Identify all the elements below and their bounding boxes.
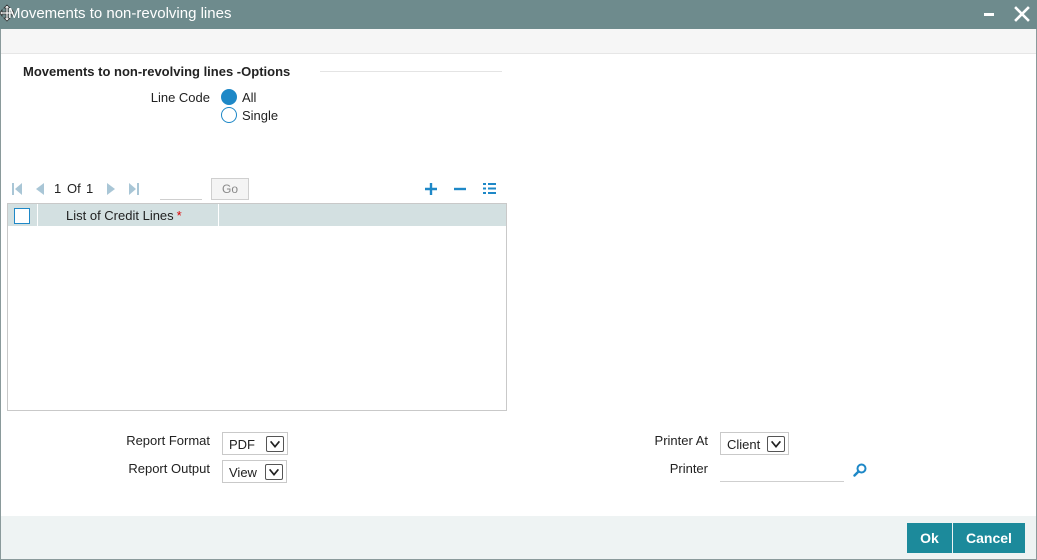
next-page-icon[interactable] [106, 182, 118, 196]
printer-input[interactable] [720, 460, 844, 482]
column-header-credit-lines[interactable]: List of Credit Lines * [66, 208, 182, 223]
line-code-label: Line Code [150, 90, 210, 105]
search-icon[interactable] [853, 463, 867, 477]
column-divider [37, 204, 38, 226]
last-page-icon[interactable] [128, 182, 140, 196]
report-output-label: Report Output [128, 461, 210, 476]
chevron-down-icon [266, 436, 284, 452]
toolbar-band [1, 29, 1036, 54]
printer-at-value: Client [727, 437, 761, 452]
printer-at-label: Printer At [654, 433, 708, 448]
page-number-input[interactable] [160, 178, 202, 200]
printer-label: Printer [669, 461, 708, 476]
total-pages: 1 [86, 181, 94, 196]
section-divider [320, 71, 502, 72]
chevron-down-icon [265, 464, 283, 480]
line-code-single-radio[interactable] [221, 107, 237, 123]
report-format-value: PDF [229, 437, 255, 452]
grid-header: List of Credit Lines * [8, 204, 506, 226]
go-button[interactable]: Go [211, 178, 249, 200]
single-view-icon[interactable] [482, 181, 497, 196]
report-output-value: View [229, 465, 257, 480]
delete-row-icon[interactable] [453, 182, 467, 196]
close-icon[interactable] [1012, 4, 1032, 24]
column-divider [218, 204, 219, 226]
first-page-icon[interactable] [11, 182, 23, 196]
line-code-all-label: All [242, 90, 257, 105]
footer-bar [1, 516, 1036, 559]
previous-page-icon[interactable] [33, 182, 45, 196]
cancel-button[interactable]: Cancel [953, 523, 1025, 553]
line-code-single-label: Single [242, 108, 279, 123]
page-of-label: Of [67, 181, 81, 196]
line-code-all-radio[interactable] [221, 89, 237, 105]
current-page: 1 [54, 181, 62, 196]
column-header-label: List of Credit Lines [66, 208, 174, 223]
chevron-down-icon [767, 436, 785, 452]
report-format-label: Report Format [126, 433, 210, 448]
ok-button[interactable]: Ok [907, 523, 952, 553]
minimize-icon[interactable] [980, 4, 998, 24]
window-title: Movements to non-revolving lines [8, 5, 232, 22]
add-row-icon[interactable] [424, 182, 438, 196]
title-bar: Movements to non-revolving lines [0, 0, 1037, 29]
credit-lines-grid: List of Credit Lines * [7, 203, 507, 411]
required-marker: * [176, 208, 182, 223]
report-output-select[interactable]: View [222, 460, 287, 483]
options-heading: Movements to non-revolving lines -Option… [23, 64, 291, 79]
select-all-checkbox[interactable] [14, 208, 30, 224]
printer-at-select[interactable]: Client [720, 432, 789, 455]
report-format-select[interactable]: PDF [222, 432, 288, 455]
